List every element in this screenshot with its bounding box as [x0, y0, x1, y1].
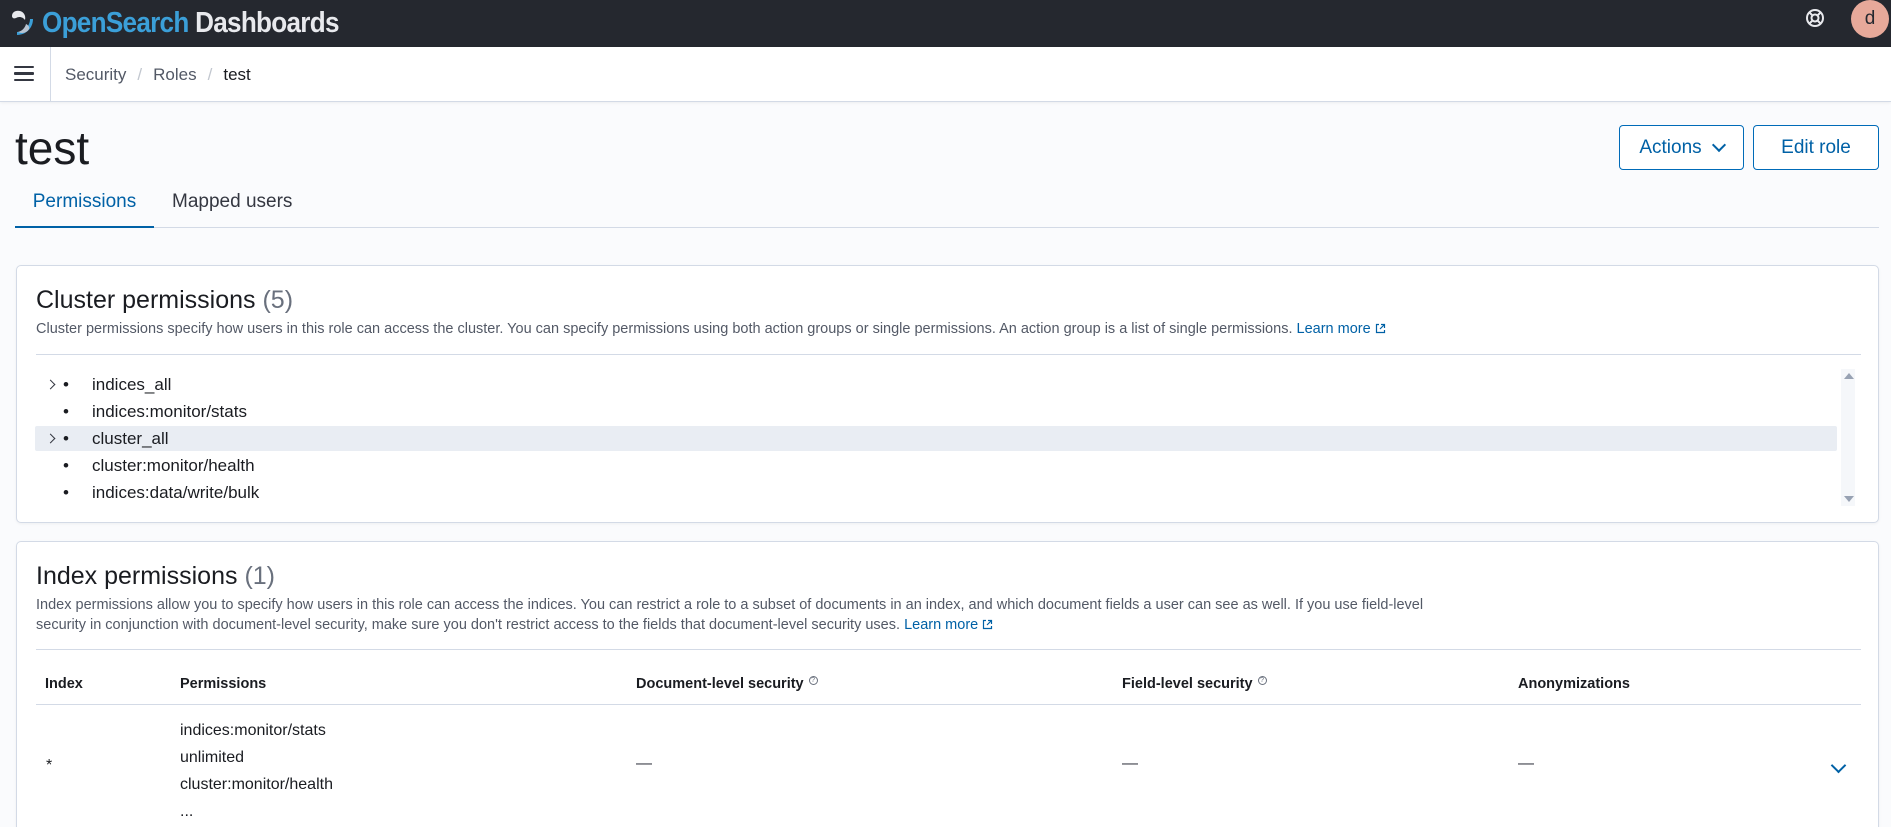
- breadcrumb-bar: Security / Roles / test: [0, 47, 1891, 102]
- opensearch-logo[interactable]: OpenSearch Dashboards: [8, 4, 372, 42]
- tree-item-label: indices_all: [92, 375, 172, 394]
- index-permissions-title: Index permissions (1): [36, 562, 275, 590]
- breadcrumb-current: test: [223, 64, 251, 84]
- divider: [36, 649, 1861, 650]
- scroll-down-icon[interactable]: [1844, 496, 1854, 502]
- question-icon[interactable]: ?: [1257, 676, 1267, 685]
- tab-bar: Permissions Mapped users: [15, 180, 1879, 228]
- breadcrumb-separator: /: [207, 64, 213, 84]
- cluster-permissions-description: Cluster permissions specify how users in…: [36, 319, 1386, 339]
- permission-item: unlimited: [180, 749, 245, 766]
- column-header-index[interactable]: Index: [45, 676, 83, 692]
- brand-name: OpenSearch Dashboards: [42, 7, 339, 39]
- question-icon[interactable]: ?: [808, 676, 818, 685]
- column-header-anonymizations[interactable]: Anonymizations: [1518, 676, 1630, 692]
- edit-role-button[interactable]: Edit role: [1753, 125, 1879, 170]
- opensearch-logo-icon: [12, 10, 33, 35]
- tree-item-label: cluster:monitor/health: [92, 456, 255, 475]
- page-title: test: [15, 122, 90, 174]
- tab-mapped-users[interactable]: Mapped users: [172, 180, 292, 228]
- cell-anonymizations: —: [1518, 755, 1534, 772]
- external-link-icon: [983, 619, 993, 630]
- permission-item: indices:monitor/stats: [180, 722, 326, 739]
- tree-item-label: indices:monitor/stats: [92, 402, 247, 421]
- user-avatar[interactable]: d: [1851, 0, 1889, 38]
- index-permissions-description: Index permissions allow you to specify h…: [36, 597, 1424, 633]
- tree-item-label: cluster_all: [92, 429, 169, 448]
- cluster-permissions-count: (5): [262, 286, 294, 314]
- breadcrumb-roles[interactable]: Roles: [153, 65, 196, 85]
- learn-more-link[interactable]: Learn more: [1297, 321, 1386, 337]
- actions-button[interactable]: Actions: [1619, 125, 1744, 170]
- scroll-up-icon[interactable]: [1844, 373, 1854, 379]
- permission-item: cluster:monitor/health: [180, 776, 333, 793]
- divider: [36, 354, 1861, 355]
- external-link-icon: [1375, 323, 1385, 334]
- column-header-permissions[interactable]: Permissions: [180, 676, 266, 692]
- cell-permissions: indices:monitor/stats unlimited cluster:…: [180, 717, 333, 825]
- tree-item[interactable]: • cluster_all: [35, 426, 1837, 451]
- breadcrumb: Security / Roles / test: [65, 47, 251, 102]
- cluster-permissions-title: Cluster permissions (5): [36, 286, 294, 314]
- learn-more-link[interactable]: Learn more: [904, 617, 993, 633]
- cell-index: *: [46, 757, 53, 774]
- hamburger-menu-icon[interactable]: [12, 63, 36, 85]
- tree-item[interactable]: • indices_all: [35, 372, 1837, 397]
- chevron-down-icon[interactable]: [1830, 757, 1847, 774]
- tab-permissions[interactable]: Permissions: [15, 180, 154, 228]
- breadcrumb-separator: /: [137, 64, 143, 84]
- cell-fls: —: [1122, 755, 1138, 772]
- column-header-fls[interactable]: Field-level security?: [1122, 676, 1267, 692]
- chevron-right-icon[interactable]: [45, 379, 56, 390]
- cluster-permissions-tree: • indices_all • indices:monitor/stats • …: [35, 369, 1854, 506]
- chevron-right-icon[interactable]: [45, 433, 56, 444]
- edit-role-button-label: Edit role: [1781, 136, 1851, 158]
- column-header-dls[interactable]: Document-level security?: [636, 676, 818, 692]
- tree-item-label: indices:data/write/bulk: [92, 483, 260, 502]
- top-header: OpenSearch Dashboards d: [0, 0, 1891, 47]
- chevron-down-icon: [1711, 137, 1726, 152]
- tree-item[interactable]: • indices:monitor/stats: [35, 399, 1837, 424]
- cluster-permissions-panel: Cluster permissions (5) Cluster permissi…: [16, 265, 1879, 523]
- index-permissions-count: (1): [244, 562, 275, 590]
- breadcrumb-security[interactable]: Security: [65, 65, 126, 85]
- divider: [36, 704, 1861, 705]
- actions-button-label: Actions: [1639, 136, 1702, 158]
- tree-item[interactable]: • cluster:monitor/health: [35, 453, 1837, 478]
- cell-dls: —: [636, 755, 652, 772]
- index-permissions-panel: Index permissions (1) Index permissions …: [16, 541, 1879, 827]
- divider: [50, 47, 51, 102]
- scrollbar[interactable]: [1841, 369, 1855, 506]
- permission-item: ...: [180, 803, 194, 820]
- help-ring-icon[interactable]: [1804, 7, 1826, 29]
- tree-item[interactable]: • indices:data/write/bulk: [35, 480, 1837, 505]
